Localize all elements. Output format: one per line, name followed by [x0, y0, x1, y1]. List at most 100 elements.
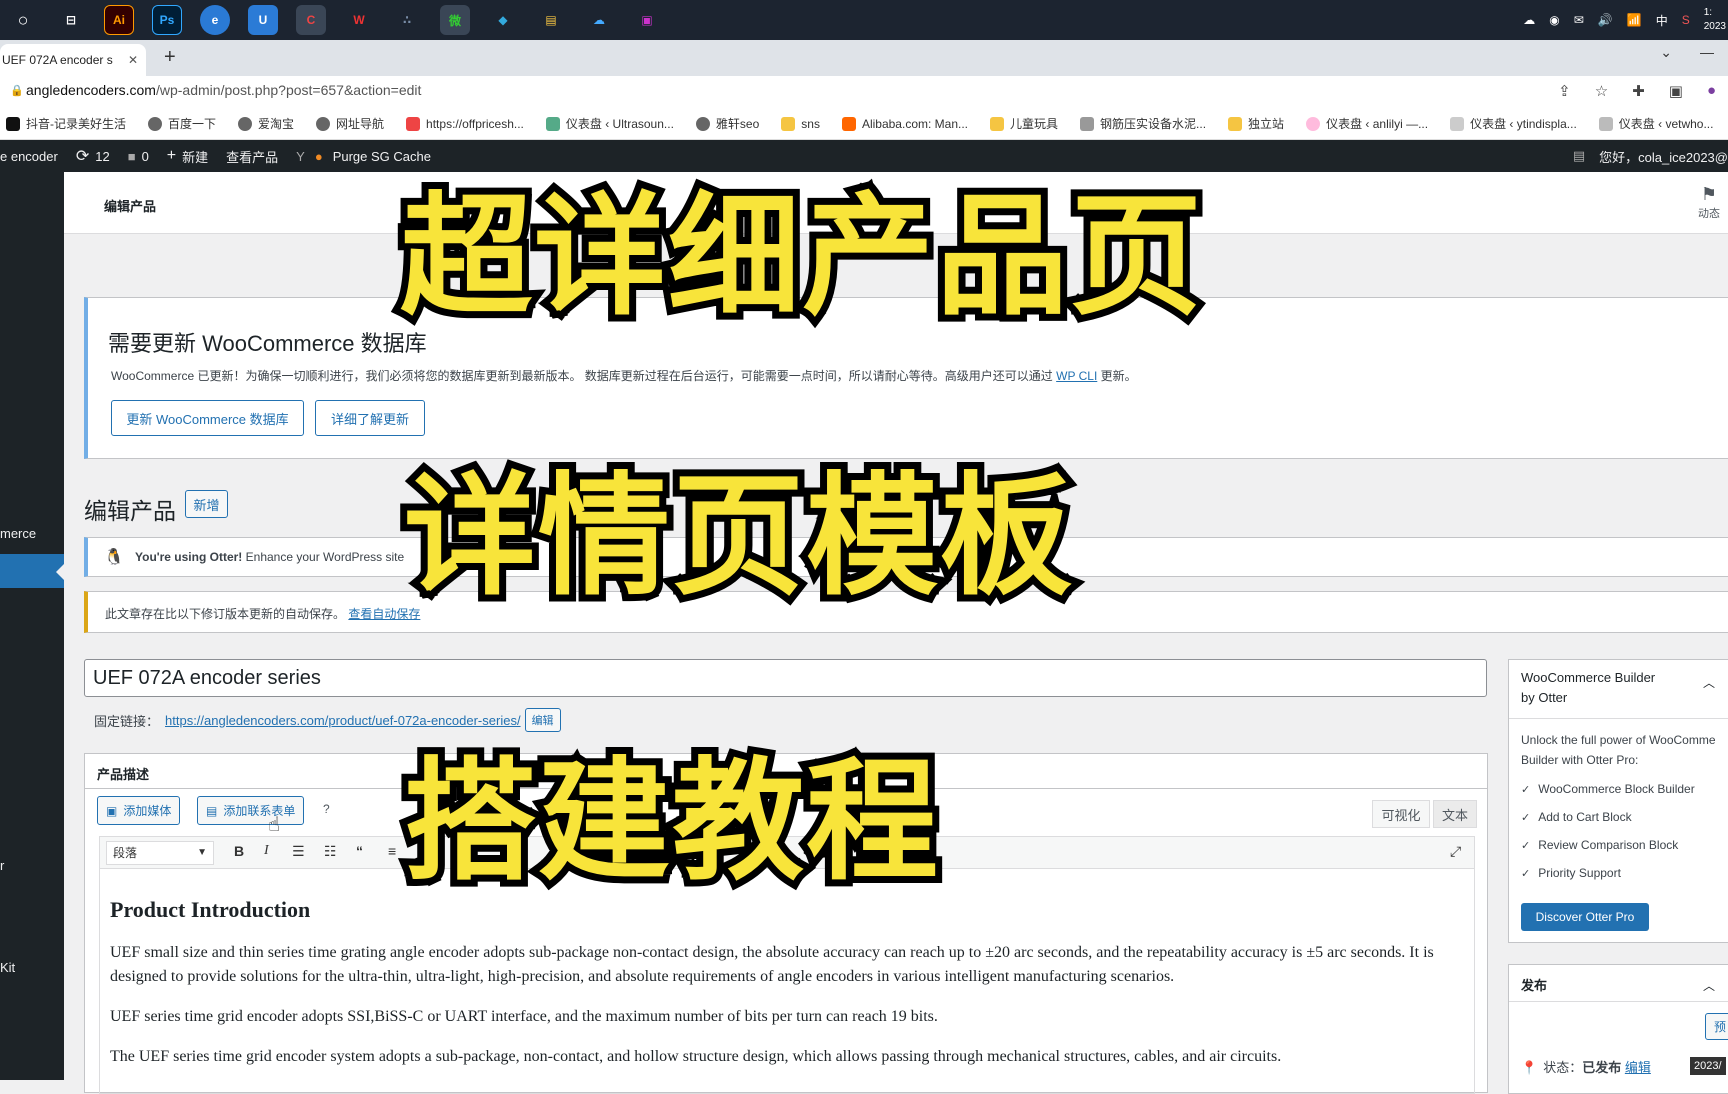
bookmark-item[interactable]: 爱淘宝	[238, 115, 294, 132]
overlay-title-line3: 搭建教程	[397, 738, 945, 906]
add-new-button[interactable]: 新增	[185, 490, 228, 518]
bookmark-item[interactable]: 抖音-记录美好生活	[6, 115, 126, 132]
bookmark-item[interactable]: 独立站	[1228, 115, 1284, 132]
file-explorer-icon[interactable]: ▤	[536, 5, 566, 35]
uninstall-app-icon[interactable]: U	[248, 5, 278, 35]
edit-status-link[interactable]: 编辑	[1625, 1060, 1651, 1075]
updates-link[interactable]: ⟳ 12	[76, 146, 110, 166]
permalink-label: 固定链接：	[94, 713, 160, 729]
chrome-icon[interactable]: C	[296, 5, 326, 35]
bookmark-item[interactable]: sns	[781, 116, 820, 131]
blockquote-icon[interactable]: “	[356, 843, 363, 859]
globe-icon	[148, 116, 162, 131]
bookmark-item[interactable]: 网址导航	[316, 115, 384, 132]
close-tab-icon[interactable]: ✕	[128, 53, 138, 67]
app-icon[interactable]: ∴	[392, 5, 422, 35]
tab-visual-label: 可视化	[1381, 807, 1421, 823]
address-bar[interactable]: 🔒 angledencoders.com/wp-admin/post.php?p…	[0, 76, 1728, 108]
bookmark-item[interactable]: Alibaba.com: Man...	[841, 116, 969, 131]
bookmark-item[interactable]: 儿童玩具	[990, 115, 1058, 132]
account-menu[interactable]: ▤ 您好，cola_ice2023@	[1573, 140, 1728, 172]
url-text[interactable]: angledencoders.com/wp-admin/post.php?pos…	[26, 82, 421, 98]
bookmark-item[interactable]: 钢筋压实设备水泥...	[1080, 115, 1206, 132]
feishu-icon[interactable]: ◆	[488, 5, 518, 35]
profile-avatar[interactable]: ●	[1707, 82, 1716, 100]
bookmark-item[interactable]: 仪表盘 ‹ ytindispla...	[1450, 115, 1577, 132]
media-app-icon[interactable]: ▣	[632, 5, 662, 35]
bookmark-item[interactable]: 雅轩seo	[695, 115, 759, 132]
add-contact-form-button[interactable]: ▤ 添加联系表单	[197, 796, 305, 825]
mail-icon[interactable]: ✉	[1574, 13, 1584, 27]
numbered-list-icon[interactable]: ☷	[324, 843, 337, 860]
share-icon[interactable]: ⇪	[1558, 82, 1571, 100]
otter-notice-body: Enhance your WordPress site	[245, 550, 405, 564]
bookmark-item[interactable]: 仪表盘 ‹ vetwho...	[1598, 115, 1713, 132]
chevron-up-icon[interactable]: ︿	[1703, 977, 1715, 994]
bold-icon[interactable]: B	[234, 843, 244, 859]
sidebar-item-label: Kit	[0, 960, 16, 975]
greeting: 您好，cola_ice2023@	[1599, 149, 1728, 165]
bookmark-item[interactable]: 仪表盘 ‹ anlilyi —...	[1306, 115, 1428, 132]
wps-icon[interactable]: W	[344, 5, 374, 35]
bookmark-item[interactable]: https://offpricesh...	[406, 116, 524, 131]
tab-visual[interactable]: 可视化	[1372, 800, 1430, 828]
tab-search-icon[interactable]: ⌄	[1660, 44, 1672, 61]
start-icon[interactable]: ○	[8, 5, 38, 35]
new-tab-icon[interactable]: +	[164, 46, 176, 69]
cloud-app-icon[interactable]: ☁	[584, 5, 614, 35]
preview-button[interactable]: 预	[1705, 1013, 1728, 1040]
illustrator-icon[interactable]: Ai	[104, 5, 134, 35]
sidebar-item[interactable]: r	[0, 858, 4, 873]
volume-icon[interactable]: 🔊	[1598, 13, 1613, 27]
bookmark-star-icon[interactable]: ☆	[1595, 82, 1608, 100]
feature-label: Priority Support	[1538, 866, 1621, 880]
yoast-icon[interactable]: Y	[296, 149, 305, 164]
wechat-icon[interactable]: 微	[440, 5, 470, 35]
sidebar-item-kit[interactable]: Kit	[0, 960, 15, 975]
tab-text[interactable]: 文本	[1433, 800, 1477, 828]
comments-link[interactable]: ■ 0	[128, 149, 149, 164]
update-db-button[interactable]: 更新 WooCommerce 数据库	[111, 400, 304, 436]
bullet-list-icon[interactable]: ☰	[292, 843, 305, 860]
autosave-body: 此文章存在比以下修订版本更新的自动保存。	[105, 607, 346, 621]
sidebar-item-products[interactable]	[0, 554, 64, 588]
time-chip: 2023/	[1690, 1057, 1726, 1075]
add-media-button[interactable]: ▣ 添加媒体	[97, 796, 181, 825]
photoshop-icon[interactable]: Ps	[152, 5, 182, 35]
bookmark-label: Alibaba.com: Man...	[861, 116, 969, 131]
ime-indicator[interactable]: 中	[1656, 12, 1668, 29]
sogou-icon[interactable]: S	[1682, 13, 1690, 27]
check-icon: ✓	[1521, 840, 1531, 852]
feature-label: Add to Cart Block	[1538, 810, 1632, 824]
chevron-up-icon[interactable]: ︿	[1703, 674, 1715, 691]
site-name-link[interactable]: e encoder	[0, 149, 58, 164]
edge-icon[interactable]: e	[200, 5, 230, 35]
task-view-icon[interactable]: ⊟	[56, 5, 86, 35]
fullscreen-icon[interactable]: ⤢	[1450, 843, 1461, 860]
wp-cli-link[interactable]: WP CLI	[1056, 369, 1097, 383]
discover-otter-pro-button[interactable]: Discover Otter Pro	[1521, 903, 1649, 931]
side-panel-icon[interactable]: ▣	[1669, 82, 1683, 100]
tray-app-icon[interactable]: ◉	[1549, 13, 1559, 27]
browser-tab[interactable]: UEF 072A encoder s ✕	[0, 44, 146, 76]
cloud-icon[interactable]: ☁	[1523, 13, 1535, 27]
activity-button[interactable]: ⚑ 动态	[1698, 184, 1720, 221]
view-product-link[interactable]: 查看产品	[226, 147, 278, 166]
pin-icon: 📍	[1521, 1060, 1538, 1075]
align-left-icon[interactable]: ≡	[388, 843, 396, 859]
status-dot-icon[interactable]: ●	[315, 149, 323, 164]
clock[interactable]: 1: 2023	[1704, 6, 1726, 34]
italic-icon[interactable]: I	[264, 843, 269, 859]
discover-label: Discover Otter Pro	[1535, 910, 1635, 924]
bookmark-item[interactable]: 百度一下	[148, 115, 216, 132]
wifi-icon[interactable]: 📶	[1627, 13, 1642, 27]
extensions-icon[interactable]: ✚	[1632, 82, 1645, 100]
post-title-input[interactable]: UEF 072A encoder series	[84, 659, 1487, 697]
format-select[interactable]: 段落 ▼	[106, 841, 214, 865]
lock-icon[interactable]: 🔒	[10, 84, 24, 97]
minimize-icon[interactable]: —	[1700, 44, 1714, 61]
bookmark-item[interactable]: 仪表盘 ‹ Ultrasoun...	[545, 115, 674, 132]
sidebar-item-woocommerce[interactable]: merce	[0, 526, 36, 541]
new-content-link[interactable]: + 新建	[167, 147, 208, 166]
help-icon[interactable]: ?	[323, 802, 330, 816]
